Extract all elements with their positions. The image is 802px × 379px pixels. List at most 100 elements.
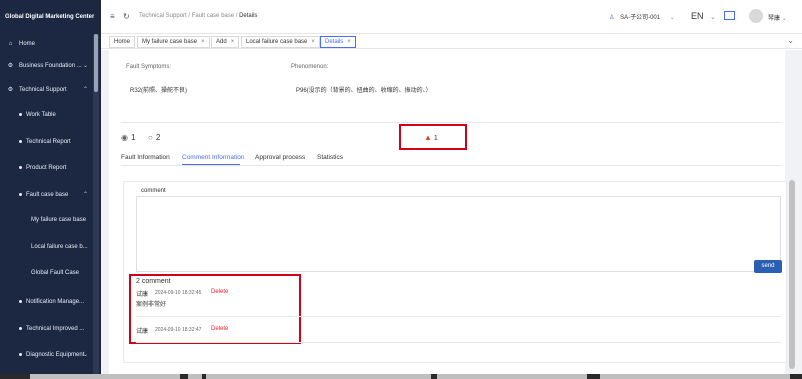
comment-label: comment (141, 188, 166, 194)
account-name: SA-子公司-001 (620, 15, 661, 21)
sidebar-item-product-report[interactable]: Product Report (0, 163, 93, 172)
divider (136, 342, 781, 343)
breadcrumb-item[interactable]: Technical Support (139, 13, 187, 19)
divider (121, 122, 781, 123)
chevron-down-icon: ⌄ (781, 16, 787, 22)
bullet-icon (19, 193, 22, 196)
menu-toggle-icon[interactable]: ≡ (110, 12, 115, 21)
divider (136, 316, 781, 317)
tab-fault-information[interactable]: Fault Information (121, 154, 170, 161)
sidebar-item-label: Work Table (26, 111, 56, 118)
sidebar-item-notification-management[interactable]: Notification Manage... (0, 297, 93, 306)
eye-icon: ◉ (121, 133, 128, 142)
sidebar-item-technical-support[interactable]: ⚙ Technical Support ⌃ (0, 85, 93, 94)
sidebar-item-work-table[interactable]: Work Table (0, 110, 93, 119)
avatar[interactable] (749, 9, 763, 23)
bullet-icon (19, 140, 22, 143)
phenomenon-label: Phenomenon: (291, 64, 329, 70)
home-icon: ⌂ (8, 40, 13, 47)
bottom-bar (0, 374, 802, 379)
content-area: Fault Symptoms: Phenomenon: R32(前照、操舵不良)… (101, 50, 802, 379)
tab-details[interactable]: Details × (320, 36, 356, 48)
app-title: Global Digital Marketing Center (0, 0, 101, 34)
top-header: ≡ ↻ Technical Support / Fault case base … (101, 0, 802, 34)
sidebar-subitem-my-failure-case-base[interactable]: My failure case base (31, 217, 86, 223)
sidebar: Global Digital Marketing Center ⌂ Home ⚙… (0, 0, 101, 379)
tab-home[interactable]: Home (109, 36, 136, 48)
user-icon: ♙ (609, 15, 615, 21)
breadcrumb-current: Details (239, 13, 258, 19)
breadcrumb: Technical Support / Fault case base / De… (139, 13, 258, 19)
delete-comment-button[interactable]: Delete (211, 326, 228, 332)
sidebar-item-label: Home (19, 40, 36, 47)
sidebar-item-home[interactable]: ⌂ Home (0, 39, 93, 48)
sidebar-item-label: Product Report (26, 164, 67, 171)
sidebar-item-label: Fault case base (26, 191, 69, 198)
chevron-down-icon: ⌄ (82, 352, 88, 358)
tab-statistics[interactable]: Statistics (317, 154, 343, 161)
main-scrollbar[interactable] (789, 180, 795, 369)
close-icon[interactable]: × (347, 39, 351, 45)
sidebar-scrollbar-thumb[interactable] (94, 34, 98, 92)
comments-count: ○ 2 (148, 133, 161, 142)
comment-author: 试康 (136, 329, 149, 335)
sidebar-item-business-foundation[interactable]: ⚙ Business Foundation ... ⌄ (0, 61, 93, 70)
mail-icon[interactable] (724, 11, 735, 20)
sidebar-item-fault-case-base[interactable]: Fault case base ⌃ (0, 190, 93, 199)
bullet-icon (19, 353, 22, 356)
comment-card: comment send 2 comment 试康 2024-09-10 18:… (123, 181, 787, 363)
comment-text: 案例非常好 (136, 302, 167, 308)
sidebar-subitem-local-failure-case-base[interactable]: Local failure case b... (31, 244, 88, 250)
close-icon[interactable]: × (231, 39, 235, 45)
delete-comment-button[interactable]: Delete (211, 289, 228, 295)
comment-icon: ○ (148, 133, 153, 142)
refresh-icon[interactable]: ↻ (123, 12, 130, 21)
sidebar-subitem-global-fault-case[interactable]: Global Fault Case (31, 270, 79, 276)
username: 琴康 (768, 16, 781, 22)
bullet-icon (19, 300, 22, 303)
sidebar-item-diagnostic-equipment[interactable]: Diagnostic Equipment ⌄ (0, 350, 93, 359)
details-panel: Fault Symptoms: Phenomenon: R32(前照、操舵不良)… (109, 50, 787, 379)
fault-symptoms-label: Fault Symptoms: (126, 64, 172, 70)
language-label: EN (691, 11, 704, 21)
bullet-icon (19, 113, 22, 116)
sidebar-item-label: Diagnostic Equipment (26, 351, 85, 358)
chevron-down-icon: ⌄ (669, 15, 675, 21)
username-menu[interactable]: 琴康 ⌄ (768, 13, 787, 22)
comment-time: 2024-09-10 18:32:45 (155, 290, 202, 296)
sidebar-item-technical-improved[interactable]: Technical Improved ... (0, 324, 93, 333)
tab-local-failure-case-base[interactable]: Local failure case base × (241, 36, 320, 48)
bullet-icon (19, 166, 22, 169)
sidebar-item-label: Notification Manage... (26, 298, 85, 305)
sidebar-item-label: Technical Report (26, 138, 71, 145)
account-selector[interactable]: ♙ SA-子公司-001 ⌄ (609, 12, 675, 21)
chevron-down-icon: ⌄ (710, 14, 716, 21)
tab-my-failure-case-base[interactable]: My failure case base × (137, 36, 210, 48)
bullet-icon (19, 327, 22, 330)
tab-approval-process[interactable]: Approval process (255, 154, 305, 161)
breadcrumb-item[interactable]: Fault case base (192, 13, 234, 19)
settings-icon: ⚙ (7, 63, 14, 69)
divider (121, 165, 781, 166)
comment-author: 试康 (136, 292, 149, 298)
comment-textarea[interactable] (136, 196, 781, 272)
tab-bar: Home My failure case base × Add × Local fa… (101, 34, 802, 49)
close-icon[interactable]: × (311, 39, 315, 45)
chevron-down-icon: ⌄ (82, 63, 88, 69)
views-count: ◉ 1 (121, 133, 136, 142)
settings-icon: ⚙ (7, 87, 14, 93)
like-button[interactable]: ▲ 1 (424, 133, 438, 142)
language-selector[interactable]: EN ⌄ (691, 11, 716, 21)
sidebar-item-label: Technical Improved ... (26, 325, 85, 332)
sidebar-item-label: Technical Support (19, 86, 67, 93)
chevron-up-icon: ⌃ (82, 87, 88, 93)
chevron-down-icon[interactable]: ⌄ (787, 36, 794, 45)
tab-comment-information[interactable]: Comment Information (182, 154, 245, 161)
send-button[interactable]: send (754, 260, 782, 273)
close-icon[interactable]: × (201, 39, 205, 45)
sidebar-item-label: Business Foundation ... (19, 62, 82, 69)
tab-add[interactable]: Add × (211, 36, 240, 48)
chevron-up-icon: ⌃ (82, 192, 88, 198)
comment-count: 2 comment (136, 278, 171, 285)
sidebar-item-technical-report[interactable]: Technical Report (0, 137, 93, 146)
